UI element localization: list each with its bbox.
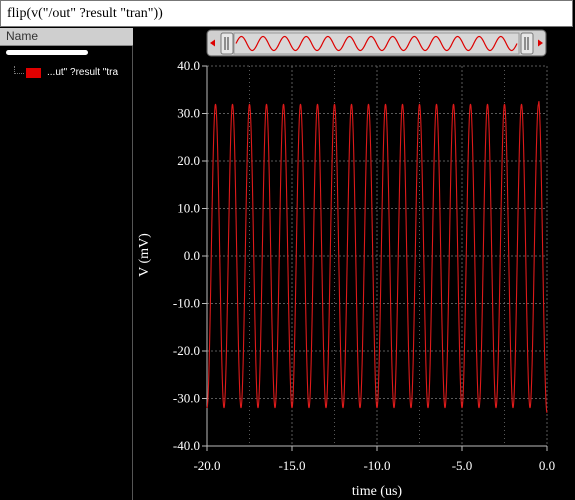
waveform-plot: 40.0 30.0 20.0 10.0 0.0 -10.0 -20.0 -30.0 -40.0 -…: [137, 29, 555, 499]
x-tick-label: -5.0: [452, 458, 473, 473]
y-axis-label: V (mV): [137, 233, 152, 277]
y-tick-label: -40.0: [173, 438, 200, 453]
y-tick-label: 0.0: [184, 248, 200, 263]
overview-scroller[interactable]: [206, 29, 547, 57]
x-axis-label: time (us): [352, 484, 402, 499]
scroller-right-handle[interactable]: [520, 32, 534, 55]
y-tick-label: 30.0: [177, 106, 200, 121]
y-tick-label: -30.0: [173, 391, 200, 406]
y-tick-label: 10.0: [177, 201, 200, 216]
y-tick-label: -10.0: [173, 296, 200, 311]
x-tick-label: -20.0: [193, 458, 220, 473]
x-tick-label: -15.0: [278, 458, 305, 473]
y-tick-label: -20.0: [173, 343, 200, 358]
plot-grid: [206, 65, 548, 447]
x-tick-label: -10.0: [363, 458, 390, 473]
y-tick-label: 20.0: [177, 153, 200, 168]
scroller-left-handle[interactable]: [220, 32, 234, 55]
x-tick-label: 0.0: [539, 458, 555, 473]
y-tick-label: 40.0: [177, 58, 200, 73]
